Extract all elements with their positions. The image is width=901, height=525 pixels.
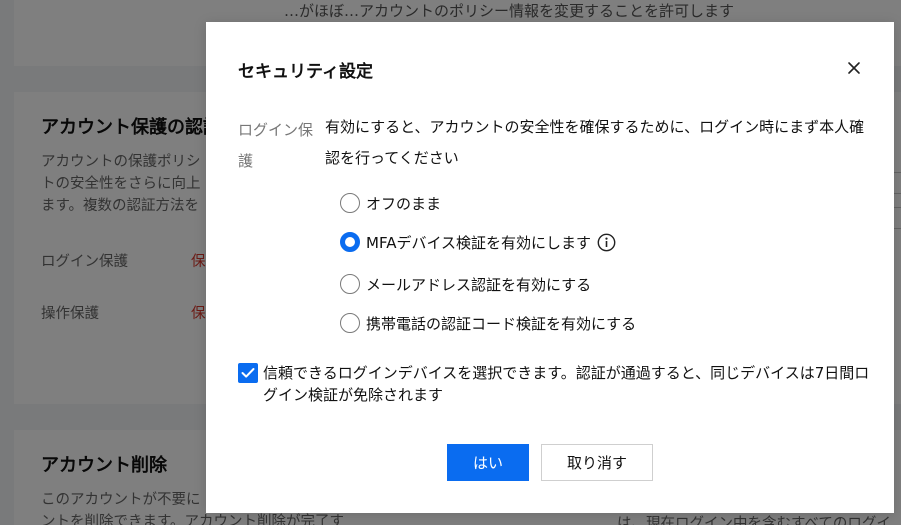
close-icon: [848, 62, 860, 74]
checkmark-icon: [241, 368, 255, 378]
trusted-device-checkbox[interactable]: [238, 363, 258, 383]
option-label: MFAデバイス検証を有効にします: [366, 233, 592, 252]
radio-button[interactable]: [340, 313, 360, 333]
info-icon[interactable]: [597, 233, 616, 252]
login-protection-section-label: ログイン保護: [238, 121, 314, 170]
option-keep-off[interactable]: オフのまま: [340, 192, 441, 214]
radio-button-selected[interactable]: [340, 232, 360, 252]
option-label: メールアドレス認証を有効にする: [366, 275, 592, 294]
dialog-title: セキュリティ設定: [238, 62, 373, 82]
cancel-button[interactable]: 取り消す: [541, 444, 653, 481]
security-settings-dialog: セキュリティ設定 ログイン保護 有効にすると、アカウントの安全性を確保するために…: [206, 22, 894, 513]
option-email-verification[interactable]: メールアドレス認証を有効にする: [340, 273, 591, 295]
trusted-device-label: 信頼できるログインデバイスを選択できます。認証が通過すると、同じデバイスは7日間…: [263, 364, 870, 404]
option-sms-verification[interactable]: 携帯電話の認証コード検証を有効にする: [340, 312, 636, 334]
confirm-button[interactable]: はい: [447, 444, 529, 481]
trusted-device-option[interactable]: 信頼できるログインデバイスを選択できます。認証が通過すると、同じデバイスは7日間…: [238, 362, 873, 406]
close-button[interactable]: [844, 58, 864, 78]
radio-button[interactable]: [340, 193, 360, 213]
option-label: オフのまま: [366, 194, 442, 213]
option-mfa-device[interactable]: MFAデバイス検証を有効にします: [340, 231, 616, 253]
radio-button[interactable]: [340, 274, 360, 294]
option-label: 携帯電話の認証コード検証を有効にする: [366, 314, 637, 333]
login-protection-description: 有効にすると、アカウントの安全性を確保するために、ログイン時にまず本人確認を行っ…: [325, 118, 865, 167]
